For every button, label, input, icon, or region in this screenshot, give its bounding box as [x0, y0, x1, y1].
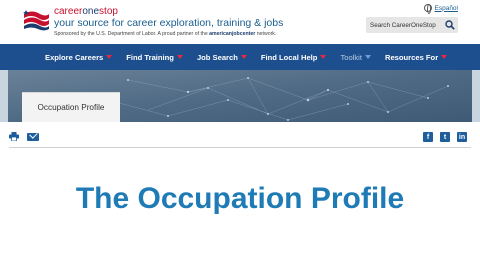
chevron-down-icon — [441, 55, 448, 59]
print-icon[interactable] — [9, 132, 19, 141]
nav-explore-careers[interactable]: Explore Careers — [45, 52, 113, 62]
page-banner: Occupation Profile — [0, 70, 480, 122]
toolbar-divider — [9, 147, 471, 148]
sponsor-line: Sponsored by the U.S. Department of Labo… — [54, 31, 276, 37]
chevron-down-icon — [106, 55, 113, 59]
site-tagline: your source for career exploration, trai… — [54, 17, 284, 29]
nav-label: Find Local Help — [260, 52, 318, 62]
nav-label: Job Search — [196, 52, 238, 62]
search-icon[interactable] — [445, 20, 455, 30]
nav-toolkit[interactable]: Toolkit — [340, 53, 371, 62]
tab-occupation-profile[interactable]: Occupation Profile — [22, 92, 120, 122]
nav-job-search[interactable]: Job Search — [197, 53, 247, 62]
chevron-down-icon — [240, 55, 247, 59]
sponsor-text-end: network. — [255, 31, 277, 37]
nav-label: Resources For — [384, 52, 439, 62]
sponsor-text: Sponsored by the U.S. Department of Labo… — [54, 31, 210, 37]
brand-wordmark[interactable]: careeronestop — [54, 6, 118, 17]
search-box — [366, 17, 458, 33]
brand-part-career: career — [54, 6, 83, 17]
email-icon[interactable] — [27, 133, 39, 141]
brand-part-stop: stop — [99, 6, 118, 17]
globe-icon — [423, 4, 432, 14]
careeronestop-logo-icon[interactable] — [22, 8, 50, 32]
page-title: The Occupation Profile — [75, 182, 405, 215]
share-toolbar: f t in — [0, 122, 480, 148]
chevron-down-icon — [320, 55, 327, 59]
banner-edge — [0, 70, 8, 122]
site-header: careeronestop your source for career exp… — [0, 0, 480, 44]
chevron-down-icon — [364, 55, 371, 59]
tab-label: Occupation Profile — [37, 103, 105, 112]
main-nav: Explore Careers Find Training Job Search… — [0, 44, 480, 70]
nav-label: Find Training — [126, 52, 174, 62]
espanol-link[interactable]: Español — [435, 5, 459, 12]
nav-find-training[interactable]: Find Training — [126, 53, 183, 62]
american-job-center-link[interactable]: americanjobcenter — [209, 31, 255, 37]
search-input[interactable] — [366, 17, 442, 33]
linkedin-icon[interactable]: in — [457, 132, 467, 142]
brand-part-one: one — [82, 6, 100, 17]
banner-edge — [472, 70, 480, 122]
nav-label: Explore Careers — [45, 52, 104, 62]
chevron-down-icon — [176, 55, 183, 59]
nav-resources-for[interactable]: Resources For — [384, 52, 448, 62]
language-switch[interactable]: Español — [423, 4, 459, 14]
twitter-icon[interactable]: t — [440, 132, 450, 142]
nav-find-local-help[interactable]: Find Local Help — [261, 53, 327, 62]
nav-label: Toolkit — [340, 52, 362, 62]
facebook-icon[interactable]: f — [423, 132, 433, 142]
